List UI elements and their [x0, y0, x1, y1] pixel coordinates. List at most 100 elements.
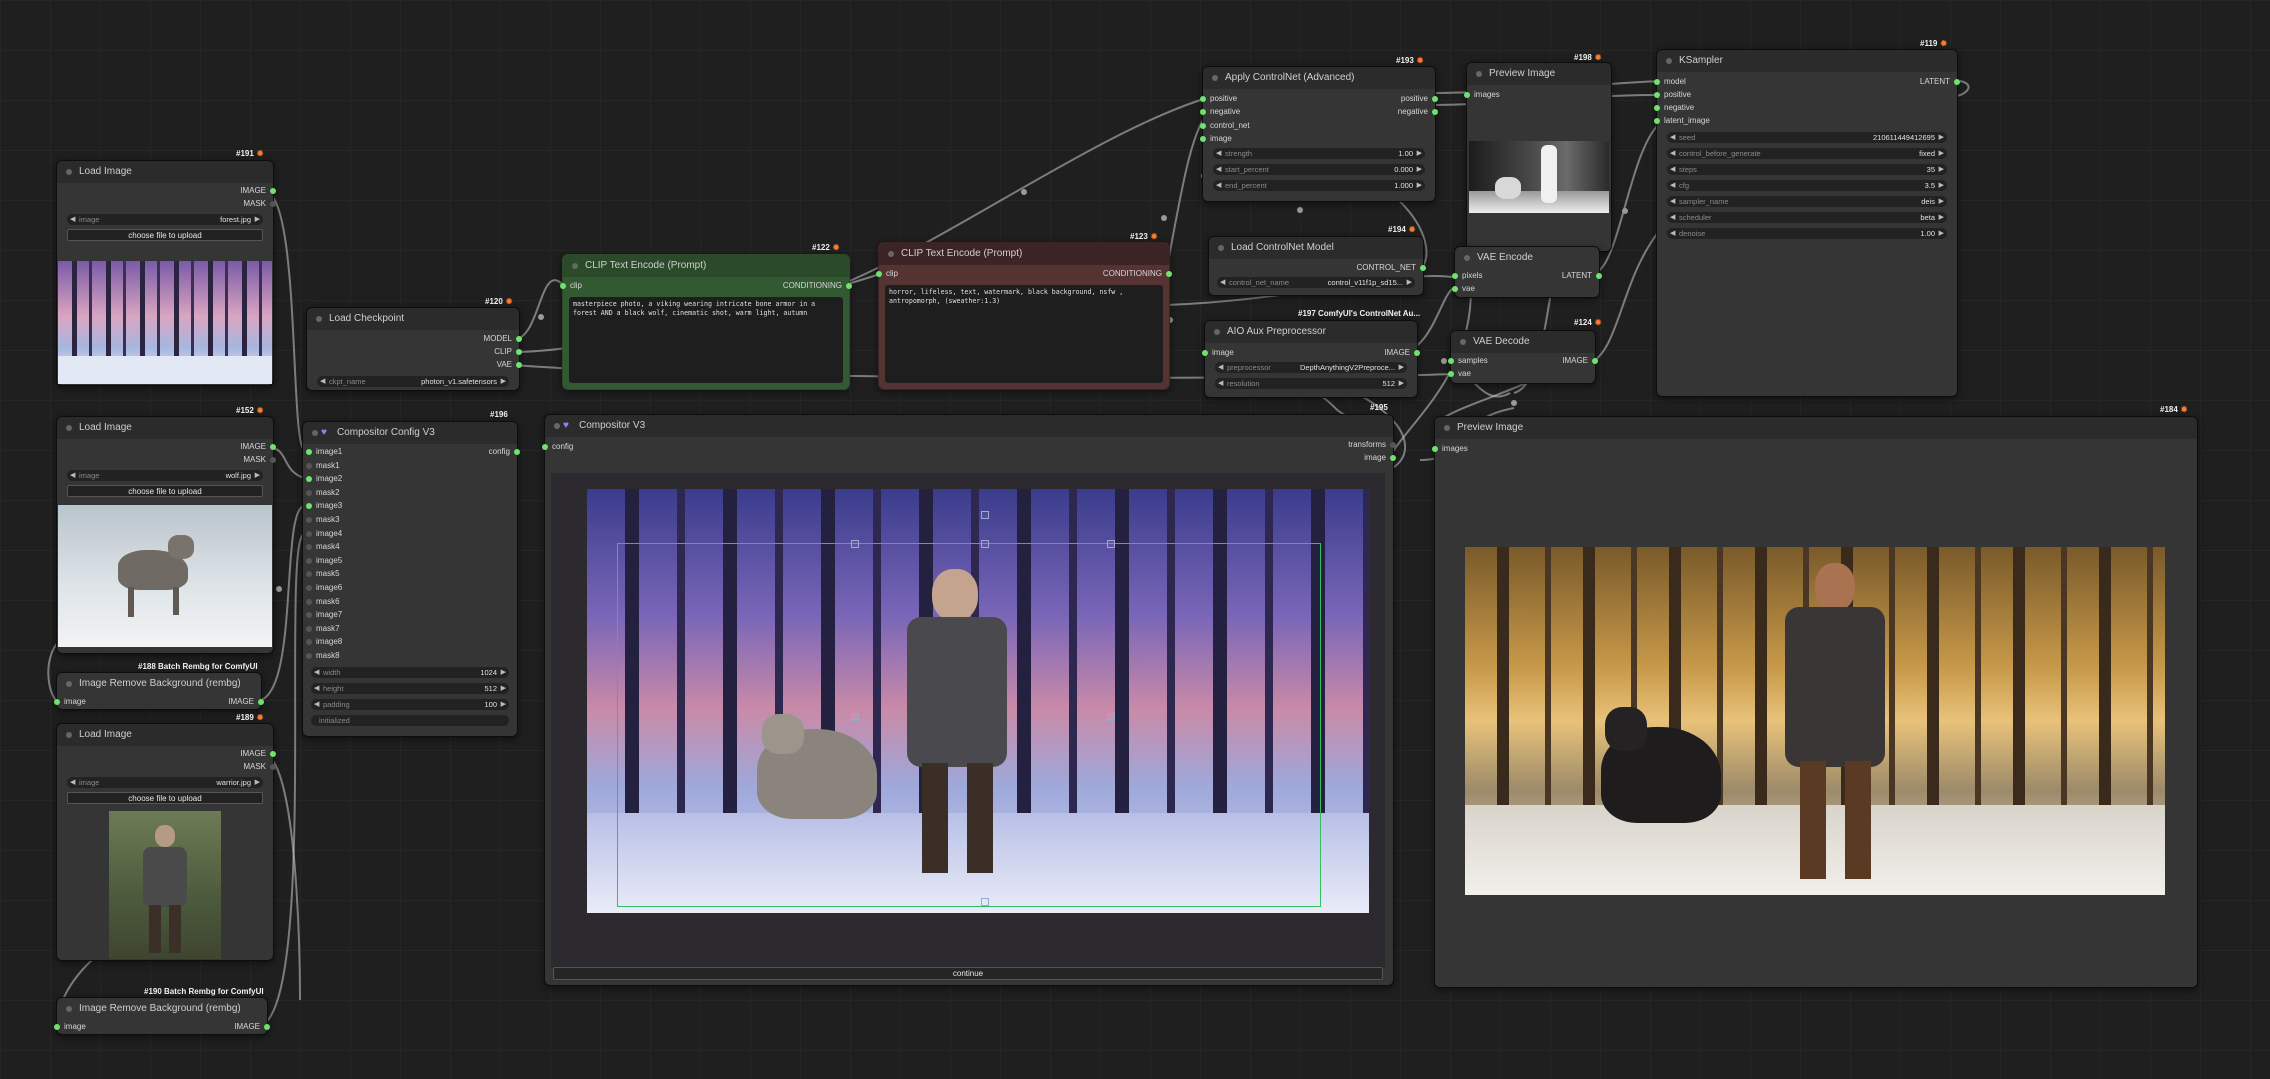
- node-preview-198[interactable]: Preview Image images: [1464, 62, 1612, 252]
- node-clip-negative-123[interactable]: CLIP Text Encode (Prompt) clip CONDITION…: [876, 242, 1172, 390]
- node-clip-positive-122[interactable]: CLIP Text Encode (Prompt) clip CONDITION…: [560, 254, 852, 390]
- node-title[interactable]: Apply ControlNet (Advanced): [1203, 67, 1435, 89]
- output-transforms[interactable]: transforms: [1348, 440, 1396, 450]
- input-negative[interactable]: negative: [1200, 107, 1240, 117]
- continue-button[interactable]: continue: [553, 967, 1383, 980]
- output-image[interactable]: IMAGE: [240, 186, 276, 196]
- output-model[interactable]: MODEL: [484, 334, 522, 344]
- input-positive[interactable]: positive: [1200, 94, 1237, 104]
- input-mask1[interactable]: mask1: [306, 461, 340, 471]
- transform-handle[interactable]: [1107, 540, 1115, 548]
- selection-outline[interactable]: [617, 543, 1321, 907]
- output-latent[interactable]: LATENT: [1562, 271, 1602, 281]
- transform-handle[interactable]: [1107, 713, 1115, 721]
- node-load-image-189[interactable]: Load Image IMAGE MASK imagewarrior.jpg c…: [56, 723, 276, 961]
- node-title[interactable]: VAE Decode: [1451, 331, 1595, 353]
- output-conditioning[interactable]: CONDITIONING: [1103, 269, 1172, 279]
- start-percent-slider[interactable]: start_percent0.000: [1213, 164, 1425, 175]
- node-load-image-191[interactable]: Load Image IMAGE MASK imageforest.jpg ch…: [56, 160, 276, 386]
- output-image[interactable]: image: [1364, 453, 1396, 463]
- ckpt-name-select[interactable]: ckpt_namephoton_v1.safetensors: [317, 376, 509, 387]
- output-clip[interactable]: CLIP: [494, 347, 522, 357]
- collapse-dot-icon[interactable]: [1464, 255, 1470, 261]
- input-samples[interactable]: samples: [1448, 356, 1488, 366]
- collapse-dot-icon[interactable]: [66, 681, 72, 687]
- output-image[interactable]: IMAGE: [1384, 348, 1420, 358]
- input-latent-image[interactable]: latent_image: [1654, 116, 1710, 126]
- output-image[interactable]: IMAGE: [240, 442, 276, 452]
- output-positive[interactable]: positive: [1401, 94, 1438, 104]
- input-model[interactable]: model: [1654, 77, 1686, 87]
- node-compositor-config-196[interactable]: ♥ Compositor Config V3 config image1 mask…: [302, 421, 520, 737]
- collapse-dot-icon[interactable]: [316, 316, 322, 322]
- prompt-textarea[interactable]: horror, lifeless, text, watermark, black…: [885, 285, 1163, 383]
- width-input[interactable]: width1024: [311, 667, 509, 678]
- input-image[interactable]: image: [1200, 134, 1232, 144]
- rotate-handle[interactable]: [981, 511, 989, 519]
- collapse-dot-icon[interactable]: [1212, 75, 1218, 81]
- input-image5[interactable]: image5: [306, 556, 342, 566]
- output-conditioning[interactable]: CONDITIONING: [783, 281, 852, 291]
- input-images[interactable]: images: [1432, 444, 1468, 454]
- upload-button[interactable]: choose file to upload: [67, 792, 263, 804]
- input-images[interactable]: images: [1464, 90, 1500, 100]
- input-image2[interactable]: image2: [306, 474, 342, 484]
- input-image4[interactable]: image4: [306, 529, 342, 539]
- output-mask[interactable]: MASK: [243, 455, 276, 465]
- collapse-dot-icon[interactable]: [1666, 58, 1672, 64]
- input-image1[interactable]: image1: [306, 447, 342, 457]
- node-title[interactable]: ♥ Compositor Config V3: [303, 422, 517, 444]
- output-image[interactable]: IMAGE: [234, 1022, 270, 1032]
- node-aio-aux-197[interactable]: AIO Aux Preprocessor image IMAGE preproc…: [1202, 320, 1420, 398]
- upload-button[interactable]: choose file to upload: [67, 485, 263, 497]
- node-title[interactable]: VAE Encode: [1455, 247, 1599, 269]
- node-title[interactable]: KSampler: [1657, 50, 1957, 72]
- output-image[interactable]: IMAGE: [1562, 356, 1598, 366]
- node-title[interactable]: Load Checkpoint: [307, 308, 519, 330]
- output-image[interactable]: IMAGE: [240, 749, 276, 759]
- seed-input[interactable]: seed210611449412695: [1667, 132, 1947, 143]
- node-title[interactable]: Image Remove Background (rembg): [57, 998, 267, 1020]
- output-negative[interactable]: negative: [1398, 107, 1438, 117]
- input-mask8[interactable]: mask8: [306, 651, 340, 661]
- input-image6[interactable]: image6: [306, 583, 342, 593]
- control-before-generate-select[interactable]: control_before_generatefixed: [1667, 148, 1947, 159]
- output-latent[interactable]: LATENT: [1920, 77, 1960, 87]
- node-title[interactable]: AIO Aux Preprocessor: [1205, 321, 1417, 343]
- prompt-textarea[interactable]: masterpiece photo, a viking wearing intr…: [569, 297, 843, 383]
- input-pixels[interactable]: pixels: [1452, 271, 1482, 281]
- image-select[interactable]: imagewolf.jpg: [67, 470, 263, 481]
- node-load-controlnet-194[interactable]: Load ControlNet Model CONTROL_NET contro…: [1208, 236, 1426, 296]
- control-net-name-select[interactable]: control_net_namecontrol_v11f1p_sd15...: [1217, 277, 1415, 288]
- node-title[interactable]: Image Remove Background (rembg): [57, 673, 261, 695]
- input-image8[interactable]: image8: [306, 637, 342, 647]
- input-config[interactable]: config: [542, 442, 573, 452]
- input-vae[interactable]: vae: [1448, 369, 1471, 379]
- upload-button[interactable]: choose file to upload: [67, 229, 263, 241]
- node-vae-decode-124[interactable]: VAE Decode samples vae IMAGE: [1448, 330, 1598, 384]
- node-load-image-152[interactable]: Load Image IMAGE MASK imagewolf.jpg choo…: [56, 416, 276, 654]
- compositor-canvas[interactable]: [551, 473, 1385, 969]
- node-load-checkpoint-120[interactable]: Load Checkpoint MODEL CLIP VAE ckpt_name…: [306, 307, 522, 391]
- input-mask4[interactable]: mask4: [306, 542, 340, 552]
- input-control-net[interactable]: control_net: [1200, 121, 1250, 131]
- output-image[interactable]: IMAGE: [228, 697, 264, 707]
- output-config[interactable]: config: [489, 447, 520, 457]
- sampler-name-select[interactable]: sampler_namedeis: [1667, 196, 1947, 207]
- scheduler-select[interactable]: schedulerbeta: [1667, 212, 1947, 223]
- collapse-dot-icon[interactable]: [1218, 245, 1224, 251]
- input-negative[interactable]: negative: [1654, 103, 1694, 113]
- denoise-input[interactable]: denoise1.00: [1667, 228, 1947, 239]
- output-vae[interactable]: VAE: [497, 360, 522, 370]
- collapse-dot-icon[interactable]: [1214, 329, 1220, 335]
- input-mask7[interactable]: mask7: [306, 624, 340, 634]
- node-preview-184[interactable]: Preview Image images: [1432, 416, 2198, 988]
- node-rembg-190[interactable]: Image Remove Background (rembg) image IM…: [54, 997, 270, 1035]
- transform-handle[interactable]: [981, 540, 989, 548]
- node-title[interactable]: Load ControlNet Model: [1209, 237, 1423, 259]
- input-clip[interactable]: clip: [560, 281, 582, 291]
- node-title[interactable]: CLIP Text Encode (Prompt): [879, 243, 1169, 265]
- collapse-dot-icon[interactable]: [312, 430, 318, 436]
- input-mask3[interactable]: mask3: [306, 515, 340, 525]
- node-title[interactable]: ♥ Compositor V3: [545, 415, 1393, 437]
